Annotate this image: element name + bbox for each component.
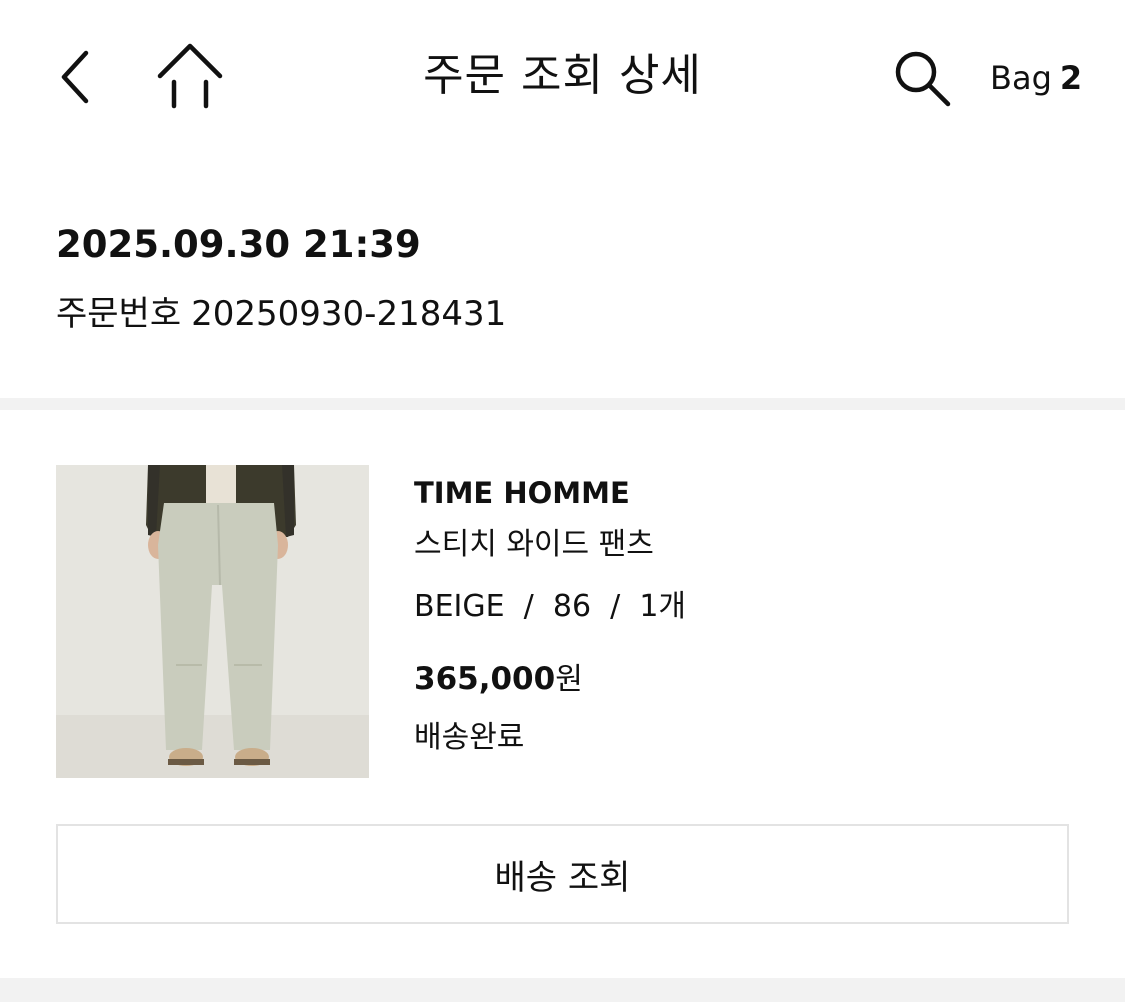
option-separator: / — [514, 589, 544, 624]
home-icon — [157, 43, 223, 109]
product-quantity: 1개 — [639, 589, 687, 624]
order-number-label: 주문번호 — [56, 294, 182, 334]
currency-unit: 원 — [555, 662, 583, 697]
order-date: 2025.09.30 21:39 — [56, 223, 421, 266]
product-color: BEIGE — [414, 589, 505, 624]
product-options: BEIGE / 86 / 1개 — [414, 586, 686, 628]
product-name[interactable]: 스티치 와이드 팬츠 — [414, 524, 686, 566]
product-brand[interactable]: TIME HOMME — [414, 472, 686, 514]
delivery-status: 배송완료 — [414, 720, 525, 755]
product-price: 365,000 — [414, 661, 556, 697]
order-summary: 2025.09.30 21:39 주문번호 20250930-218431 — [56, 222, 506, 336]
bag-button[interactable]: Bag 2 — [990, 55, 1082, 101]
product-size: 86 — [552, 589, 592, 624]
home-button[interactable] — [150, 38, 230, 112]
option-separator: / — [600, 589, 630, 624]
top-app-bar: 주문 조회 상세 Bag 2 — [0, 0, 1125, 150]
bag-label: Bag — [990, 59, 1052, 97]
price-row: 365,000원 — [414, 658, 686, 705]
track-delivery-button[interactable]: 배송 조회 — [56, 824, 1069, 924]
back-chevron-icon — [61, 50, 89, 104]
product-photo — [56, 465, 369, 778]
section-divider — [0, 398, 1125, 410]
back-button[interactable] — [44, 40, 108, 114]
order-number-row: 주문번호 20250930-218431 — [56, 292, 506, 336]
search-icon — [895, 51, 951, 107]
product-image[interactable] — [56, 465, 369, 778]
search-button[interactable] — [884, 40, 960, 116]
bag-count-badge: 2 — [1059, 59, 1083, 97]
bottom-divider — [0, 978, 1125, 1002]
product-info: TIME HOMME 스티치 와이드 팬츠 BEIGE / 86 / 1개 36… — [414, 472, 686, 759]
order-number-value: 20250930-218431 — [191, 294, 507, 334]
